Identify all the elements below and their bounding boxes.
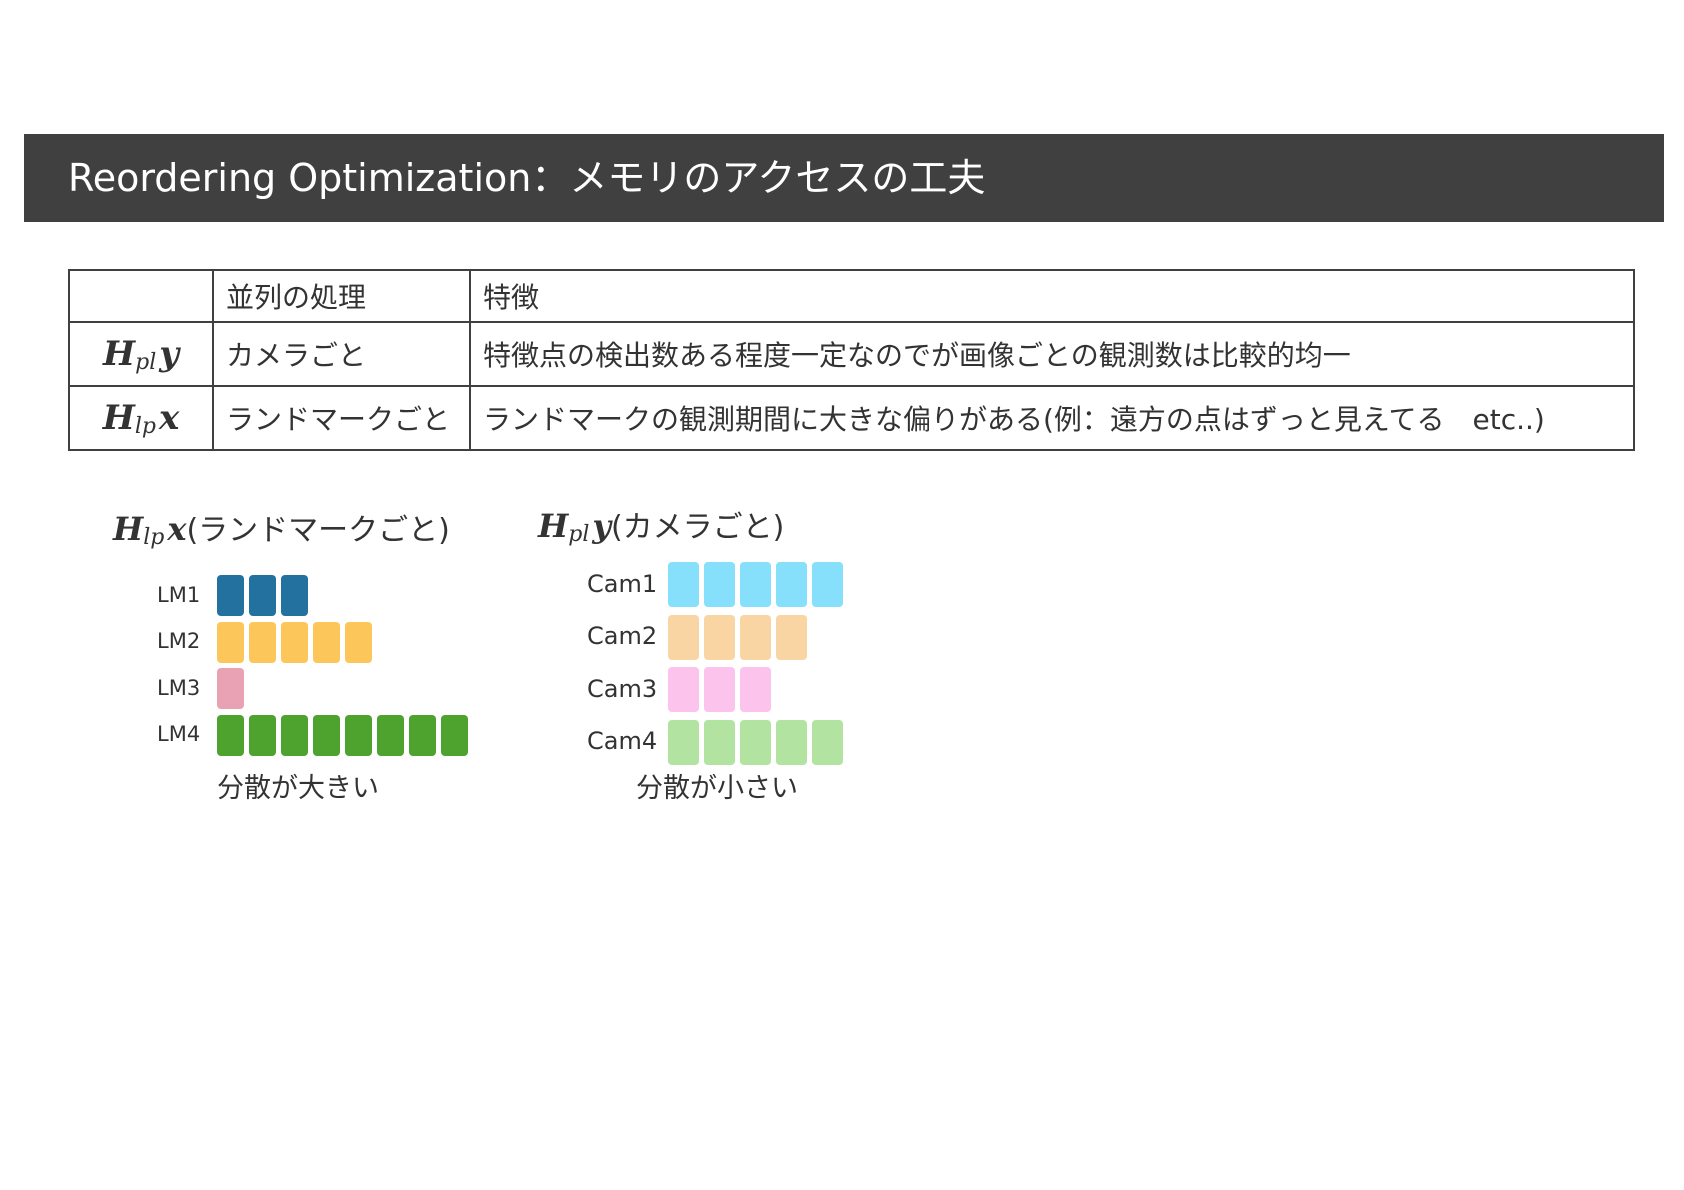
observation-block [281,621,308,663]
observation-block [740,719,771,765]
process-cell: ランドマークごと [212,385,471,451]
observation-block [668,562,699,607]
symbol-variable: x [158,398,180,438]
symbol-subscript: pl [568,522,590,547]
symbol-subscript: lp [134,414,156,439]
symbol-base: H [113,510,144,548]
process-cell: カメラごと [212,321,471,387]
symbol-subscript: lp [143,525,165,550]
observation-block [812,719,843,765]
row-label: LM1 [157,582,201,607]
feature-table: 並列の処理 特徴 Hply カメラごと 特徴点の検出数ある程度一定なのでが画像ご… [68,269,1635,451]
feature-cell: ランドマークの観測期間に大きな偏りがある(例：遠方の点はずっと見えてる etc.… [469,385,1635,451]
math-symbol: Hply [538,507,611,547]
observation-block [776,614,807,660]
observation-block [704,614,735,660]
table-row: Hply カメラごと 特徴点の検出数ある程度一定なのでが画像ごとの観測数は比較的… [68,321,1635,387]
observation-block [704,667,735,712]
symbol-base: H [538,507,569,545]
observation-block [776,562,807,607]
observation-block [409,714,436,756]
table-row: Hlpx ランドマークごと ランドマークの観測期間に大きな偏りがある(例：遠方の… [68,385,1635,451]
title-suffix: (カメラごと) [610,510,785,545]
slide-title: Reordering Optimization：メモリのアクセスの工夫 [68,156,986,200]
landmark-caption: 分散が大きい [217,773,379,804]
row-label: LM4 [157,722,201,746]
math-symbol: Hlpx [113,510,187,550]
row-label: LM3 [157,675,201,700]
observation-block [281,575,308,616]
observation-block [812,562,843,607]
observation-block [441,714,468,756]
observation-block [249,621,276,663]
observation-block [668,614,699,660]
camera-caption: 分散が小さい [636,773,798,804]
title-suffix: (ランドマークごと) [186,513,450,548]
row-label: Cam4 [587,727,658,755]
row-label: Cam3 [587,674,658,703]
observation-block [217,668,244,709]
title-bar: Reordering Optimization：メモリのアクセスの工夫 [24,134,1664,222]
row-label: Cam1 [587,569,658,598]
observation-block [217,621,244,663]
table-header-cell: 並列の処理 [212,269,471,323]
camera-figure-title: Hply(カメラごと) [538,502,785,547]
observation-block [345,714,372,756]
observation-block [668,719,699,765]
landmark-figure-title: Hlpx(ランドマークごと) [113,505,450,550]
observation-block [740,614,771,660]
observation-block [345,621,372,663]
row-label: LM2 [157,629,201,653]
observation-block [740,562,771,607]
symbol-cell: Hply [68,321,214,387]
observation-block [249,714,276,756]
math-symbol: Hlpx [102,398,180,439]
observation-block [377,714,404,756]
observation-block [776,719,807,765]
observation-block [668,667,699,712]
observation-block [313,714,340,756]
observation-block [249,575,276,616]
table-header-cell: 特徴 [469,269,1635,323]
table-header-cell [68,269,214,323]
symbol-cell: Hlpx [68,385,214,451]
observation-block [704,562,735,607]
symbol-base: H [102,398,135,438]
row-label: Cam2 [587,622,658,650]
symbol-subscript: pl [135,350,157,375]
math-symbol: Hply [102,334,179,375]
observation-block [313,621,340,663]
feature-cell: 特徴点の検出数ある程度一定なのでが画像ごとの観測数は比較的均一 [469,321,1635,387]
symbol-variable: x [167,510,187,548]
symbol-variable: y [592,507,611,545]
table-header-row: 並列の処理 特徴 [68,269,1635,323]
observation-block [281,714,308,756]
symbol-base: H [102,334,136,374]
observation-block [704,719,735,765]
symbol-variable: y [159,334,179,374]
observation-block [217,575,244,616]
observation-block [217,714,244,756]
observation-block [740,667,771,712]
